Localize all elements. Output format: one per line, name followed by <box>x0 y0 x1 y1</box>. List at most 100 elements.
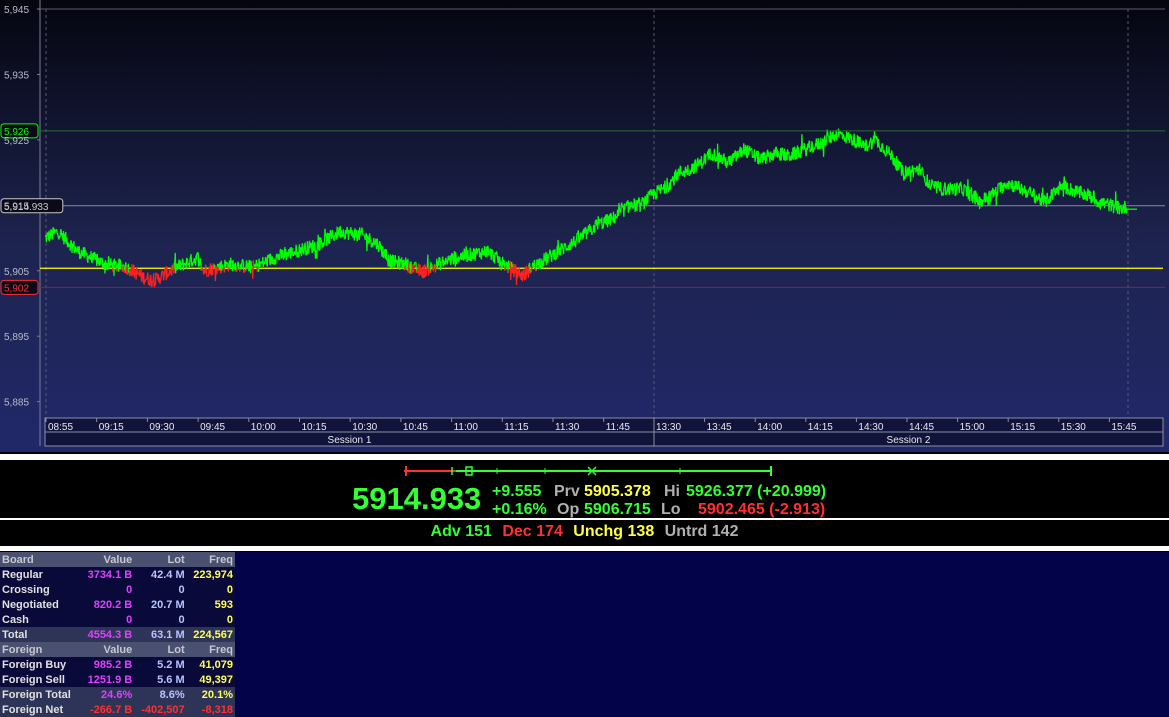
x-tick-label: 10:45 <box>403 422 428 433</box>
freq-cell: 223,974 <box>186 567 235 582</box>
x-tick-label: 11:45 <box>606 422 631 433</box>
freq-cell: 0 <box>186 582 235 597</box>
board-summary-panel: Board Value Lot Freq Regular 3734.1 B 42… <box>0 552 1169 717</box>
table-row[interactable]: Regular 3734.1 B 42.4 M 223,974 <box>0 567 235 582</box>
divider <box>0 546 1169 551</box>
freq-cell: 593 <box>186 597 235 612</box>
row-label: Foreign Net <box>0 702 81 717</box>
divider <box>0 454 1169 460</box>
prev-value: 5905.378 <box>584 483 651 500</box>
open-label: Op <box>557 501 580 518</box>
y-tick-label: 5,905 <box>4 267 29 278</box>
value-cell: 820.2 B <box>80 597 135 612</box>
advancers: Adv 151 <box>430 523 492 540</box>
unchanged: Unchg 138 <box>573 523 655 540</box>
decliners: Dec 174 <box>502 523 563 540</box>
value-cell: 3734.1 B <box>80 567 135 582</box>
value-cell: 0 <box>80 612 135 627</box>
value-cell: 985.2 B <box>80 657 135 672</box>
freq-cell: 20.1% <box>186 687 235 702</box>
market-breadth: Adv 151 Dec 174 Unchg 138 Untrd 142 <box>0 522 1169 546</box>
prev-label: Prv <box>554 483 580 500</box>
high-value: 5926.377 (+20.999) <box>686 483 827 500</box>
lot-cell: 20.7 M <box>134 597 187 612</box>
y-tick-label: 5,925 <box>4 136 29 147</box>
row-label: Cash <box>0 612 81 627</box>
x-tick-label: 15:00 <box>960 422 985 433</box>
last-price: 5914.933 <box>352 481 482 516</box>
table-row[interactable]: Crossing 0 0 0 <box>0 582 235 597</box>
x-tick-label: 10:15 <box>302 422 327 433</box>
table-row[interactable]: Foreign Net -266.7 B -402,507 -8,318 <box>0 702 235 717</box>
value-cell: 4554.3 B <box>80 627 135 642</box>
lot-cell: 5.6 M <box>134 672 187 687</box>
lot-cell: 42.4 M <box>134 567 187 582</box>
day-range-bar <box>404 466 772 476</box>
column-header: Lot <box>134 642 187 657</box>
untraded: Untrd 142 <box>664 523 739 540</box>
y-tick-label: 5,915 <box>4 201 29 212</box>
intraday-chart-panel[interactable]: 5,926 5,914.933 5,902 5,945 5,935 5,925 5,915… <box>0 0 1169 452</box>
x-tick-label: 11:15 <box>504 422 529 433</box>
value-cell: 0 <box>80 582 135 597</box>
column-header: Freq <box>186 642 235 657</box>
lot-cell: -402,507 <box>134 702 187 717</box>
row-label: Crossing <box>0 582 81 597</box>
lot-cell: 0 <box>134 612 187 627</box>
x-tick-label: 11:00 <box>454 422 479 433</box>
divider <box>0 518 1169 520</box>
value-cell: 24.6% <box>80 687 135 702</box>
x-tick-label: 13:30 <box>656 422 681 433</box>
x-tick-label: 15:30 <box>1061 422 1086 433</box>
y-tick-label: 5,935 <box>4 70 29 81</box>
x-tick-label: 08:55 <box>48 422 73 433</box>
total-row[interactable]: Total 4554.3 B 63.1 M 224,567 <box>0 627 235 642</box>
table-row[interactable]: Cash 0 0 0 <box>0 612 235 627</box>
x-tick-label: 15:45 <box>1111 422 1136 433</box>
change-value: +9.555 <box>492 483 542 500</box>
low-label: Lo <box>661 501 681 518</box>
intraday-chart[interactable]: 5,9265,914.9335,902 5,9455,9355,9255,915… <box>0 0 1169 452</box>
freq-cell: 41,079 <box>186 657 235 672</box>
column-header: Value <box>80 642 135 657</box>
x-tick-label: 14:45 <box>909 422 934 433</box>
x-tick-label: 10:00 <box>251 422 276 433</box>
table-header-row: Foreign Value Lot Freq <box>0 642 235 657</box>
session-label: Session 1 <box>328 435 372 446</box>
lot-cell: 5.2 M <box>134 657 187 672</box>
row-label: Negotiated <box>0 597 81 612</box>
column-header: Value <box>80 552 135 567</box>
lot-cell: 0 <box>134 582 187 597</box>
price-line-up <box>44 128 1128 276</box>
x-tick-label: 11:30 <box>555 422 580 433</box>
value-cell: 1251.9 B <box>80 672 135 687</box>
row-label: Total <box>0 627 81 642</box>
change-percent: +0.16% <box>492 501 547 518</box>
x-tick-label: 14:00 <box>757 422 782 433</box>
x-tick-label: 15:15 <box>1010 422 1035 433</box>
x-tick-label: 09:30 <box>149 422 174 433</box>
freq-cell: -8,318 <box>186 702 235 717</box>
x-tick-label: 13:45 <box>707 422 732 433</box>
x-tick-label: 14:30 <box>858 422 883 433</box>
table-row[interactable]: Foreign Buy 985.2 B 5.2 M 41,079 <box>0 657 235 672</box>
x-tick-label: 14:15 <box>808 422 833 433</box>
column-header: Foreign <box>0 642 81 657</box>
high-label: Hi <box>664 483 680 500</box>
y-tick-label: 5,945 <box>4 5 29 16</box>
low-value: 5902.465 (-2.913) <box>698 501 826 518</box>
x-tick-label: 09:15 <box>99 422 124 433</box>
index-summary: 5914.933 +9.555 +0.16% Prv 5905.378 Op 5… <box>0 461 1169 518</box>
table-row[interactable]: Negotiated 820.2 B 20.7 M 593 <box>0 597 235 612</box>
table-row[interactable]: Foreign Sell 1251.9 B 5.6 M 49,397 <box>0 672 235 687</box>
column-header: Freq <box>186 552 235 567</box>
row-label: Foreign Sell <box>0 672 81 687</box>
row-label: Foreign Buy <box>0 657 81 672</box>
column-header: Lot <box>134 552 187 567</box>
x-tick-label: 10:30 <box>352 422 377 433</box>
row-label: Regular <box>0 567 81 582</box>
x-tick-label: 09:45 <box>200 422 225 433</box>
y-tick-label: 5,895 <box>4 332 29 343</box>
table-row[interactable]: Foreign Total 24.6% 8.6% 20.1% <box>0 687 235 702</box>
table-header-row: Board Value Lot Freq <box>0 552 235 567</box>
